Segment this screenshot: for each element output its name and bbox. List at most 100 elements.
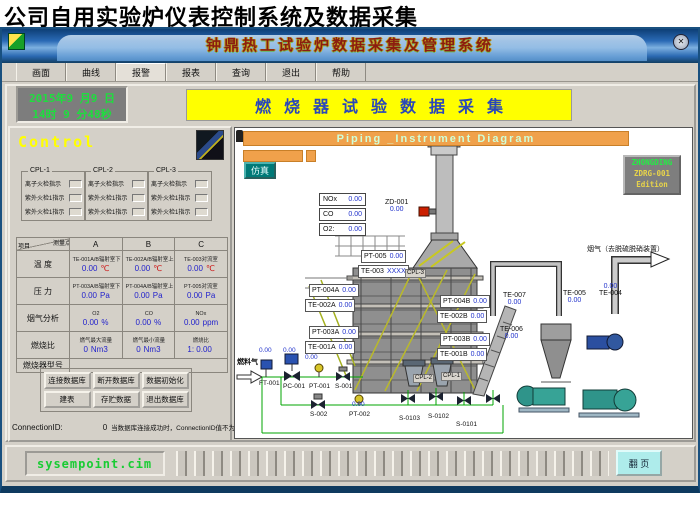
marker-cpl1: CPL-1 [441, 372, 462, 381]
connection-id-value: 0 [103, 423, 107, 432]
flame-indicator-lamp [69, 180, 82, 188]
gas-label: NOx [323, 196, 337, 203]
group-legend: CPL-2 [91, 167, 115, 174]
point-value: 0.00 [187, 264, 203, 273]
tag-te002b: TE-002B0.00 [437, 310, 487, 323]
menu-item-help[interactable]: 帮助 [316, 63, 366, 81]
exit-db-button[interactable]: 退出数据库 [142, 391, 189, 408]
flame-indicator-label: 紫外火检1指示 [151, 207, 190, 216]
connection-id-label: ConnectionID: [12, 423, 63, 432]
tag-te001b: TE-001B0.00 [437, 348, 487, 361]
device-value-pt001: 0.00 [305, 354, 318, 361]
store-data-button[interactable]: 存贮数据 [93, 391, 140, 408]
segment-strip [173, 451, 609, 476]
tag-zd001: ZD-0010.00 [385, 199, 408, 213]
group-legend: CPL-3 [154, 167, 178, 174]
table-row: 温 度 TE-001A/B辐射室下0.00℃ TE-002A/B辐射室上0.00… [17, 251, 228, 278]
point-unit: % [101, 318, 108, 327]
window-title: 钟鼎热工试验炉数据采集及管理系统 [2, 34, 698, 55]
flame-indicator-lamp [195, 194, 208, 202]
menu-item-report[interactable]: 报表 [166, 63, 216, 81]
flame-group-cpl2: CPL-2 离子火检指示 紫外火检1指示 紫外火检1指示 [84, 171, 149, 221]
tag-te002a: TE-002A0.00 [305, 299, 355, 312]
create-table-button[interactable]: 建表 [44, 391, 91, 408]
gas-label: O2: [323, 226, 334, 233]
flame-indicator-lamp [132, 194, 145, 202]
pid-diagram-panel: Piping _Instrument Diagram 仿真 ZHONGDING … [234, 127, 693, 439]
connect-db-button[interactable]: 连接数据库 [44, 372, 91, 389]
point-label: CO [125, 310, 172, 317]
datetime-display: 2015年9 月9 日 14时 9 分48秒 [16, 86, 128, 123]
database-button-group: 连接数据库 断开数据库 数据初始化 建表 存贮数据 退出数据库 [40, 368, 192, 412]
point-label: NOx [178, 310, 225, 317]
measurement-table: 测量点 项目 A B C 温 度 TE-001A/B辐射室下0.00℃ TE-0… [16, 237, 228, 373]
device-value-pt002: 0.00 [352, 401, 365, 408]
flame-indicator-label: 离子火检指示 [25, 179, 61, 188]
flame-indicator-label: 离子火检指示 [151, 179, 187, 188]
exhaust-gas-label: 烟气（去脱硫脱硝装置） [587, 244, 664, 254]
menu-item-query[interactable]: 查询 [216, 63, 266, 81]
fuel-gas-label: 燃料气 [237, 357, 258, 367]
device-value-pc001: 0.00 [283, 347, 296, 354]
table-row: 燃烧比 燃气最大流量0Nm3 燃气最小流量0Nm3 燃烧比1: 0.00 [17, 332, 228, 359]
point-label: PT-003A/B辐射室下 [72, 283, 119, 290]
tag-pt003a: PT-003A0.00 [309, 326, 359, 339]
close-icon[interactable]: ✕ [673, 34, 689, 50]
simulation-button[interactable]: 仿真 [244, 162, 276, 179]
tag-te007: TE-0070.00 [503, 292, 526, 306]
menu-item-exit[interactable]: 退出 [266, 63, 316, 81]
current-screen-file: sysempoint.cim [25, 451, 165, 476]
marker-cpl3: CPL-3 [405, 269, 426, 278]
flame-indicator-lamp [132, 180, 145, 188]
device-label-ft001: FT-001 [259, 380, 280, 387]
point-unit: ppm [203, 318, 219, 327]
flame-indicator-label: 紫外火检1指示 [151, 193, 190, 202]
status-bar: sysempoint.cim 翻 页 [5, 445, 696, 482]
gas-value: 0.00 [348, 226, 362, 233]
col-header-c: C [175, 238, 228, 251]
point-unit: % [154, 318, 161, 327]
page-flip-button[interactable]: 翻 页 [616, 450, 662, 476]
point-label: TE-001A/B辐射室下 [72, 256, 119, 263]
flame-indicator-label: 紫外火检1指示 [25, 193, 64, 202]
gas-readout-o2: O2: 0.00 [319, 223, 366, 236]
device-label-pc001: PC-001 [283, 383, 305, 390]
tag-te004: 0.00TE-004 [599, 283, 622, 297]
connection-note: 当数据库连接成功时，ConnectionID值不为零； [111, 422, 248, 432]
device-label-pt001: PT-001 [309, 383, 330, 390]
disconnect-db-button[interactable]: 断开数据库 [93, 372, 140, 389]
group-legend: CPL-1 [28, 167, 52, 174]
point-unit: Nm3 [91, 345, 108, 354]
brand-model: ZDRG-001 [625, 168, 679, 179]
brand-edition: Edition [625, 179, 679, 190]
menu-item-curves[interactable]: 曲线 [66, 63, 116, 81]
point-value: 0 [136, 345, 140, 354]
device-label-s0103: S-0103 [399, 415, 420, 422]
col-header-b: B [122, 238, 175, 251]
device-value-ft001: 0.00 [259, 347, 272, 354]
point-value: 0.00 [184, 318, 200, 327]
point-value: 0.00 [81, 291, 97, 300]
gas-value: 0.00 [348, 211, 362, 218]
point-unit: Nm3 [144, 345, 161, 354]
point-unit: ℃ [153, 264, 162, 273]
tag-te005: TE-0050.00 [563, 290, 586, 304]
tag-te003: TE-003XXXX [358, 265, 409, 278]
tag-pt005: PT-0050.00 [361, 250, 406, 263]
flame-indicator-lamp [69, 194, 82, 202]
point-value: 0.00 [136, 318, 152, 327]
menu-item-alarm[interactable]: 报警 [116, 63, 166, 81]
point-label: 燃烧比 [178, 337, 225, 344]
banner-title: 燃烧器试验数据采集 [186, 89, 572, 121]
tag-pt003b: PT-003B0.00 [440, 333, 490, 346]
data-init-button[interactable]: 数据初始化 [142, 372, 189, 389]
brand-name: ZHONGDING [625, 157, 679, 168]
flame-indicator-label: 紫外火检1指示 [25, 207, 64, 216]
menu-item-screen[interactable]: 画面 [16, 63, 66, 81]
point-label: PT-004A/B辐射室上 [125, 283, 172, 290]
tag-pt004b: PT-004B0.00 [440, 295, 490, 308]
point-label: 燃气最大流量 [72, 337, 119, 344]
point-value: 0 [83, 345, 87, 354]
flame-group-cpl3: CPL-3 离子火检指示 紫外火检1指示 紫外火检1指示 [147, 171, 212, 221]
point-label: 燃气最小流量 [125, 337, 172, 344]
